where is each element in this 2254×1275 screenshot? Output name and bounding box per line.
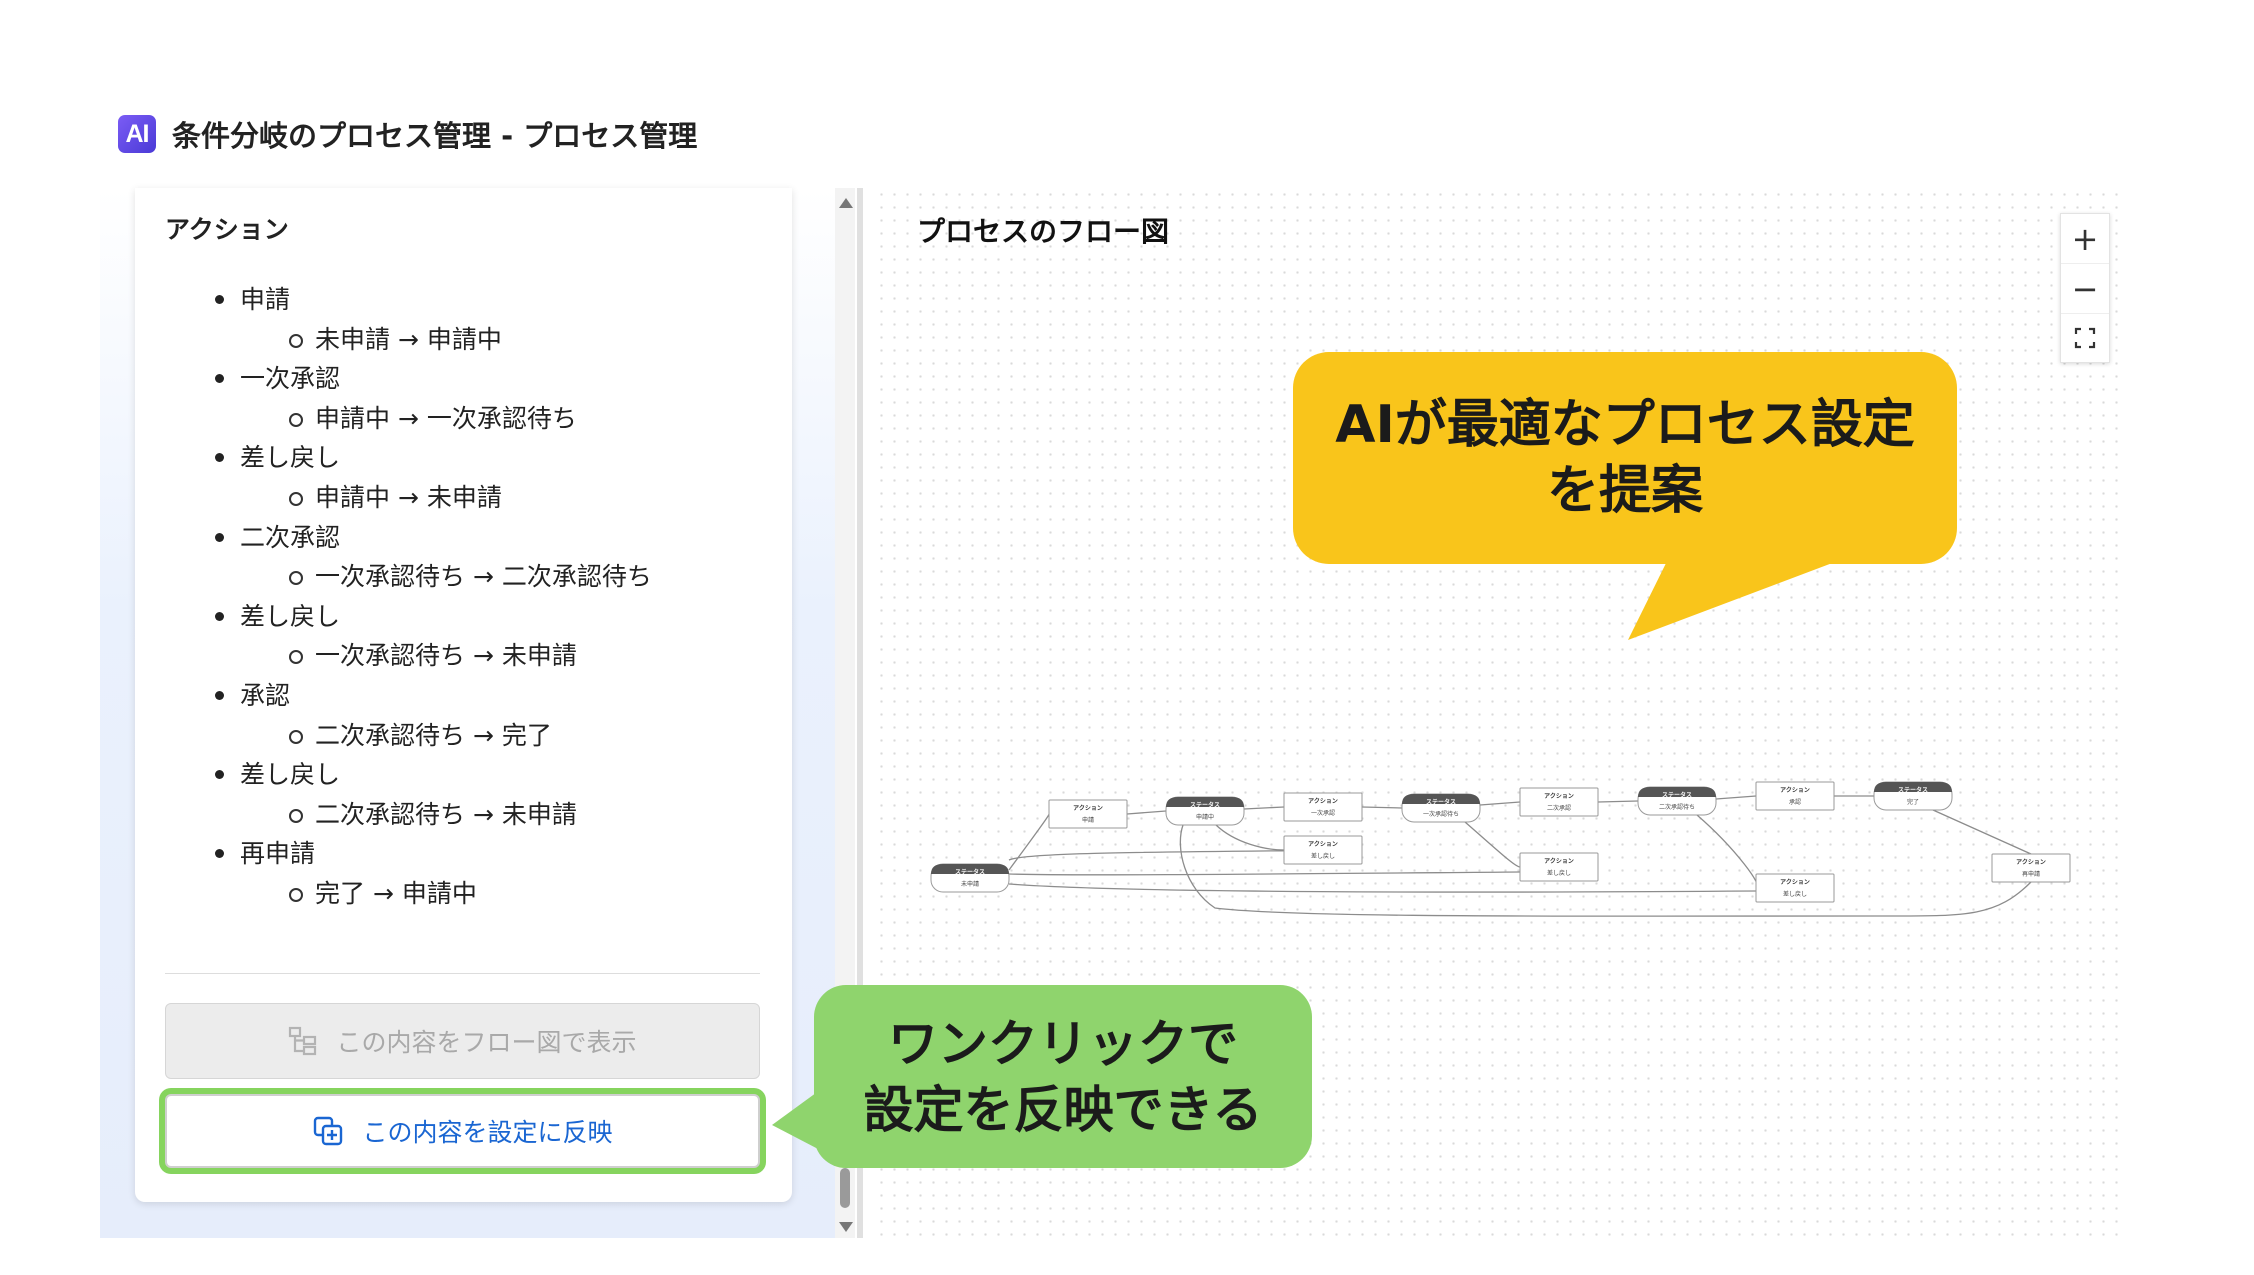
node-header: アクション <box>1780 786 1810 794</box>
flow-edge <box>1243 806 1285 810</box>
scroll-up-arrow-icon[interactable] <box>839 198 853 208</box>
node-label: 完了 <box>1907 798 1919 806</box>
scroll-thumb[interactable] <box>840 1168 850 1208</box>
action-transition: 一次承認待ち → 二次承認待ち <box>165 557 765 597</box>
action-transition: 一次承認待ち → 未申請 <box>165 636 765 676</box>
action-transition: 申請中 → 未申請 <box>165 478 765 518</box>
action-card: アクション 申請 未申請 → 申請中 一次承認 申請中 → 一次承認待ち 差し戻し 申請中… <box>135 188 792 1202</box>
node-label: 申請中 <box>1196 813 1214 821</box>
action-item: 差し戻し <box>165 438 765 478</box>
callout-line: 設定を反映できる <box>863 1080 1263 1139</box>
action-item: 差し戻し <box>165 755 765 795</box>
action-item: 承認 <box>165 676 765 716</box>
divider <box>165 973 760 974</box>
node-header: アクション <box>1073 804 1103 812</box>
action-item: 差し戻し <box>165 597 765 637</box>
action-transition: 二次承認待ち → 完了 <box>165 716 765 756</box>
node-label: 未申請 <box>961 880 979 888</box>
node-header: ステータス <box>1898 786 1928 794</box>
node-label: 申請 <box>1082 816 1094 824</box>
action-node[interactable]: アクション一次承認 <box>1283 792 1363 822</box>
action-item: 二次承認 <box>165 518 765 558</box>
ai-suggestion-callout: AIが最適なプロセス設定 を提案 <box>1293 352 1957 564</box>
action-item: 申請 <box>165 280 765 320</box>
flow-edge <box>1126 810 1167 815</box>
show-flow-button-label: この内容をフロー図で表示 <box>336 1028 637 1057</box>
flow-edge <box>1008 883 1757 893</box>
action-node[interactable]: アクション差し戻し <box>1519 852 1599 882</box>
node-header: ステータス <box>955 868 985 876</box>
flow-edge <box>1008 871 1521 876</box>
node-header: アクション <box>1308 797 1338 805</box>
action-transition: 完了 → 申請中 <box>165 874 765 914</box>
flow-edge <box>1464 821 1521 868</box>
apply-settings-button[interactable]: この内容を設定に反映 <box>165 1094 760 1168</box>
scroll-down-arrow-icon[interactable] <box>839 1222 853 1232</box>
node-header: ステータス <box>1662 791 1692 799</box>
action-item: 一次承認 <box>165 359 765 399</box>
status-node[interactable]: ステータス一次承認待ち <box>1401 793 1481 823</box>
show-flow-button[interactable]: この内容をフロー図で表示 <box>165 1003 760 1079</box>
callout-line: ワンクリックで <box>888 1014 1238 1073</box>
node-label: 差し戻し <box>1547 869 1571 877</box>
action-item: 再申請 <box>165 834 765 874</box>
flow-edge <box>1215 824 1285 851</box>
node-header: ステータス <box>1426 798 1456 806</box>
action-node[interactable]: アクション承認 <box>1755 781 1835 811</box>
node-label: 承認 <box>1789 798 1801 806</box>
callout-line: を提案 <box>1546 461 1703 521</box>
status-node[interactable]: ステータス未申請 <box>930 863 1010 893</box>
node-label: 差し戻し <box>1311 852 1335 860</box>
status-node[interactable]: ステータス二次承認待ち <box>1637 786 1717 816</box>
node-header: アクション <box>1544 792 1574 800</box>
action-transition: 未申請 → 申請中 <box>165 320 765 360</box>
node-header: ステータス <box>1190 801 1220 809</box>
action-node[interactable]: アクション二次承認 <box>1519 787 1599 817</box>
flow-edge <box>1715 795 1757 800</box>
callout-line: AIが最適なプロセス設定 <box>1335 395 1915 455</box>
action-node[interactable]: アクション差し戻し <box>1755 873 1835 903</box>
action-node[interactable]: アクション申請 <box>1048 799 1128 829</box>
copy-add-icon <box>312 1115 344 1147</box>
flowchart-icon <box>288 1026 318 1056</box>
node-label: 再申請 <box>2022 870 2040 878</box>
node-label: 一次承認待ち <box>1423 810 1459 818</box>
status-node[interactable]: ステータス完了 <box>1873 781 1953 811</box>
action-transition: 二次承認待ち → 未申請 <box>165 795 765 835</box>
ai-logo: AI <box>118 115 156 153</box>
node-label: 差し戻し <box>1783 890 1807 898</box>
flow-edge <box>1696 814 1759 889</box>
action-list: 申請 未申請 → 申請中 一次承認 申請中 → 一次承認待ち 差し戻し 申請中 → 未申請… <box>165 280 765 914</box>
one-click-callout: ワンクリックで 設定を反映できる <box>814 985 1312 1168</box>
flow-edge <box>1008 813 1050 871</box>
action-section-heading: アクション <box>165 215 289 244</box>
node-header: アクション <box>1780 878 1810 886</box>
action-node[interactable]: アクション再申請 <box>1991 853 2071 883</box>
title-bar: AI 条件分岐のプロセス管理 - プロセス管理 <box>118 114 697 154</box>
flow-edge <box>1597 800 1639 803</box>
node-header: アクション <box>1308 840 1338 848</box>
action-transition: 申請中 → 一次承認待ち <box>165 399 765 439</box>
node-header: アクション <box>1544 857 1574 865</box>
status-node[interactable]: ステータス申請中 <box>1165 796 1245 826</box>
flow-edge <box>1932 809 2032 855</box>
apply-settings-button-label: この内容を設定に反映 <box>362 1118 613 1147</box>
flow-edge <box>1361 806 1403 809</box>
node-header: アクション <box>2016 858 2046 866</box>
node-label: 一次承認 <box>1311 809 1335 817</box>
flow-edge <box>1479 801 1521 806</box>
node-label: 二次承認 <box>1547 804 1571 812</box>
node-label: 二次承認待ち <box>1659 803 1695 811</box>
action-node[interactable]: アクション差し戻し <box>1283 835 1363 865</box>
page-title: 条件分岐のプロセス管理 - プロセス管理 <box>172 119 698 153</box>
